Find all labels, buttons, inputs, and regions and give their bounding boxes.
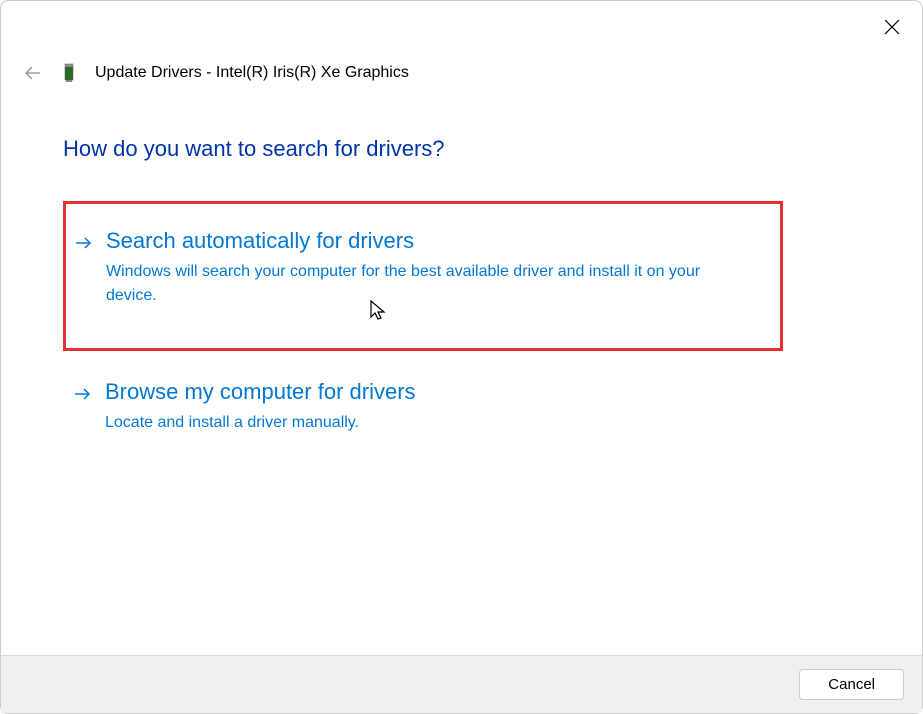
option-search-automatically[interactable]: Search automatically for drivers Windows…	[63, 201, 783, 351]
close-button[interactable]	[880, 15, 904, 39]
back-button[interactable]	[23, 63, 43, 83]
option-description: Windows will search your computer for th…	[106, 260, 726, 308]
arrow-right-icon	[74, 233, 94, 253]
close-icon	[884, 19, 900, 35]
option-title: Search automatically for drivers	[106, 228, 760, 254]
option-title: Browse my computer for drivers	[105, 379, 783, 405]
page-heading: How do you want to search for drivers?	[63, 136, 445, 162]
option-browse-computer[interactable]: Browse my computer for drivers Locate an…	[63, 379, 783, 435]
window-title: Update Drivers - Intel(R) Iris(R) Xe Gra…	[95, 64, 409, 82]
arrow-right-icon	[73, 384, 93, 404]
back-arrow-icon	[23, 63, 43, 83]
dialog-footer: Cancel	[1, 655, 922, 713]
cancel-button[interactable]: Cancel	[799, 669, 904, 700]
title-bar: Update Drivers - Intel(R) Iris(R) Xe Gra…	[23, 61, 409, 85]
device-icon	[61, 61, 77, 85]
option-description: Locate and install a driver manually.	[105, 411, 725, 435]
